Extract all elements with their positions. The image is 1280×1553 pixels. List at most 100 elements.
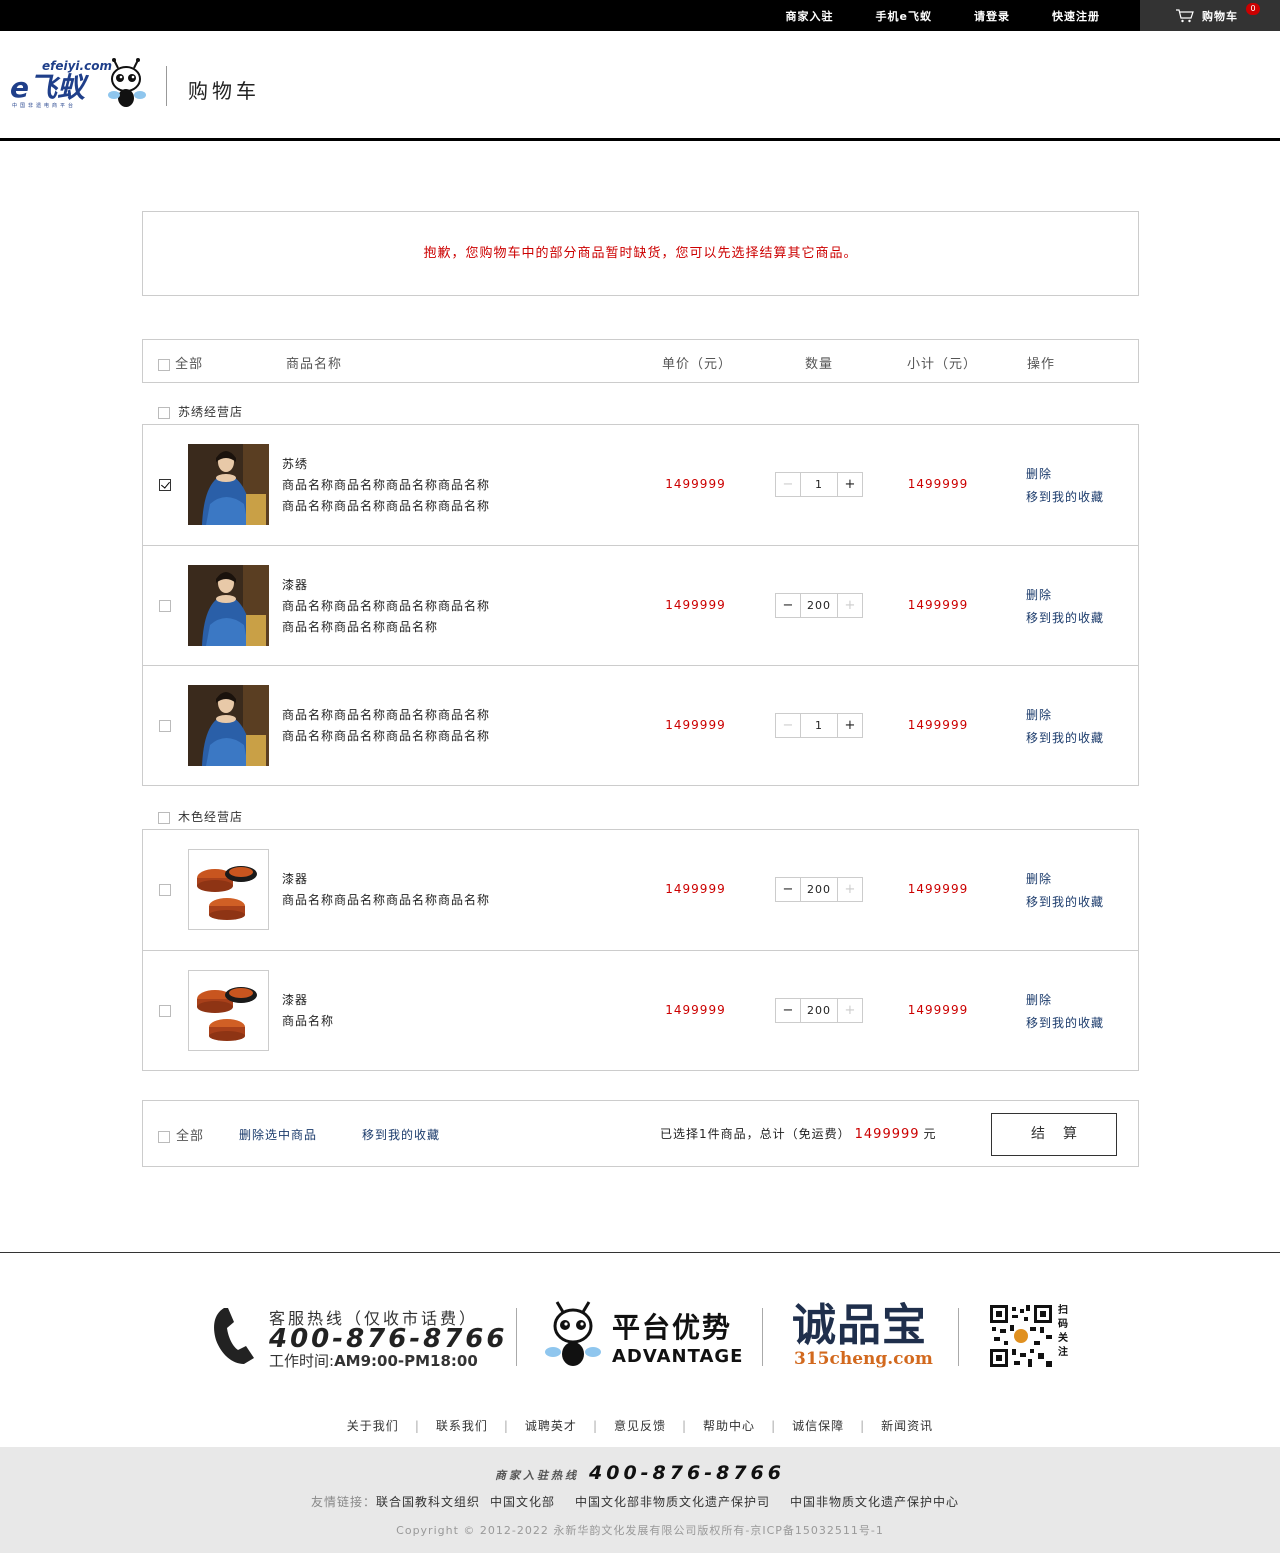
friend-link[interactable]: 中国非物质文化遗产保护中心 [790,1495,959,1509]
column-ops: 操作 [1027,357,1056,372]
item-thumbnail[interactable] [188,849,269,930]
cart-item-row: 商品名称商品名称商品名称商品名称 商品名称商品名称商品名称商品名称 1499999 −… [143,665,1138,785]
cart-table-header: 全部 商品名称 单价（元） 数量 小计（元） 操作 [142,339,1139,383]
move-to-favorites-link[interactable]: 移到我的收藏 [1026,891,1104,914]
increase-quantity-button[interactable]: + [838,714,862,737]
increase-quantity-button[interactable]: + [838,594,862,617]
quantity-value[interactable]: 200 [800,999,838,1022]
item-name: 漆器 商品名称 [282,990,522,1032]
nav-separator: | [503,1419,509,1433]
decrease-quantity-button[interactable]: − [776,594,800,617]
hotline-block: 客服热线（仅收市话费） 400-876-8766 工作时间:AM9:00-PM1… [210,1300,510,1370]
move-to-favorites-link[interactable]: 移到我的收藏 [1026,607,1104,630]
delete-item-link[interactable]: 删除 [1026,989,1104,1012]
item-name: 商品名称商品名称商品名称商品名称 商品名称商品名称商品名称商品名称 [282,705,522,747]
stock-notice: 抱歉，您购物车中的部分商品暂时缺货，您可以先选择结算其它商品。 [142,211,1139,296]
product-image-portrait[interactable] [188,685,269,766]
logo-brand-text: e飞蚁 [10,71,90,104]
item-name-line[interactable]: 商品名称商品名称商品名称商品名称 [282,705,522,726]
bottom-select-all[interactable]: 全部 [158,1125,204,1144]
item-name-line[interactable]: 商品名称商品名称商品名称商品名称 [282,726,522,747]
footer-nav-link[interactable]: 关于我们 [347,1419,399,1433]
column-subtotal: 小计（元） [907,357,978,372]
increase-quantity-button[interactable]: + [838,878,862,901]
move-to-favorites-link[interactable]: 移到我的收藏 [1026,1012,1104,1035]
item-checkbox[interactable] [159,479,171,491]
item-checkbox[interactable] [159,884,171,896]
move-to-favorites-link[interactable]: 移到我的收藏 [1026,486,1104,509]
decrease-quantity-button[interactable]: − [776,878,800,901]
bottom-select-all-checkbox[interactable] [158,1130,170,1143]
delete-selected-link[interactable]: 删除选中商品 [239,1126,317,1143]
item-thumbnail[interactable] [188,970,269,1051]
decrease-quantity-button[interactable]: − [776,999,800,1022]
merchant-join-link[interactable]: 商家入驻 [786,8,834,24]
top-bar: 商家入驻 手机e飞蚁 请登录 快速注册 购物车 0 [0,0,1280,31]
quantity-stepper: −1 + [775,472,863,497]
move-selected-to-favorites-link[interactable]: 移到我的收藏 [362,1126,440,1143]
cart-item-row: 漆器 商品名称 1499999−200 +1499999 删除 移到我的收藏 [143,950,1138,1070]
increase-quantity-button[interactable]: + [838,999,862,1022]
select-all-label: 全部 [175,357,204,372]
work-time: 工作时间:AM9:00-PM18:00 [269,1350,478,1371]
friend-link[interactable]: 中国文化部 [490,1495,555,1509]
quantity-value[interactable]: 1 [800,473,838,496]
delete-item-link[interactable]: 删除 [1026,868,1104,891]
delete-item-link[interactable]: 删除 [1026,704,1104,727]
chengpinbao-block[interactable]: 诚品宝 315cheng.com [790,1300,940,1370]
item-name-line[interactable]: 商品名称商品名称商品名称商品名称 [282,890,522,911]
shop-checkbox[interactable] [158,406,170,419]
delete-item-link[interactable]: 删除 [1026,584,1104,607]
item-checkbox[interactable] [159,1005,171,1017]
bottom-select-all-label: 全部 [176,1129,205,1144]
item-thumbnail[interactable] [188,444,269,525]
efeiyi-logo[interactable]: efeiyi.com e飞蚁 中国非遗电商平台 [10,57,150,117]
footer-nav-link[interactable]: 联系我们 [436,1419,488,1433]
select-all-header[interactable]: 全部 [158,353,203,372]
column-price: 单价（元） [662,357,733,372]
checkout-button[interactable]: 结算 [991,1113,1117,1156]
friend-link[interactable]: 中国文化部非物质文化遗产保护司 [575,1495,770,1509]
item-checkbox[interactable] [159,720,171,732]
footer-nav-link[interactable]: 帮助中心 [703,1419,755,1433]
item-checkbox[interactable] [159,600,171,612]
footer-nav-link[interactable]: 诚聘英才 [525,1419,577,1433]
footer-separator [958,1308,959,1366]
item-category: 漆器 [282,578,309,592]
nav-separator: | [682,1419,688,1433]
friend-link[interactable]: 联合国教科文组织 [376,1495,480,1509]
shop-name: 木色经营店 [178,810,244,824]
item-name-line[interactable]: 商品名称商品名称商品名称商品名称 [282,496,522,517]
item-name-line[interactable]: 商品名称商品名称商品名称商品名称 [282,596,522,617]
decrease-quantity-button[interactable]: − [776,714,800,737]
quantity-stepper: −200 + [775,998,863,1023]
item-name-line[interactable]: 商品名称商品名称商品名称商品名称 [282,475,522,496]
mobile-app-link[interactable]: 手机e飞蚁 [876,8,932,24]
quantity-value[interactable]: 200 [800,594,838,617]
product-image-portrait[interactable] [188,444,269,525]
item-name-line[interactable]: 商品名称商品名称商品名称 [282,617,522,638]
quantity-value[interactable]: 1 [800,714,838,737]
cart-button[interactable]: 购物车 0 [1140,0,1280,31]
move-to-favorites-link[interactable]: 移到我的收藏 [1026,727,1104,750]
delete-item-link[interactable]: 删除 [1026,463,1104,486]
decrease-quantity-button[interactable]: − [776,473,800,496]
merchant-hotline-label: 商家入驻热线 [495,1469,579,1482]
item-name-line[interactable]: 商品名称 [282,1011,522,1032]
quantity-value[interactable]: 200 [800,878,838,901]
item-thumbnail[interactable] [188,685,269,766]
select-all-checkbox[interactable] [158,358,170,371]
product-image-lacquer[interactable] [189,971,268,1050]
shop-checkbox[interactable] [158,811,170,824]
advantage-block: 平台优势 ADVANTAGE [545,1300,745,1370]
register-link[interactable]: 快速注册 [1052,8,1100,24]
item-thumbnail[interactable] [188,565,269,646]
footer-nav-link[interactable]: 新闻资讯 [881,1419,933,1433]
login-link[interactable]: 请登录 [974,8,1010,24]
footer-nav-link[interactable]: 意见反馈 [614,1419,666,1433]
footer-nav-link[interactable]: 诚信保障 [792,1419,844,1433]
product-image-lacquer[interactable] [189,850,268,929]
product-image-portrait[interactable] [188,565,269,646]
increase-quantity-button[interactable]: + [838,473,862,496]
shop-header: 木色经营店 [158,808,243,825]
